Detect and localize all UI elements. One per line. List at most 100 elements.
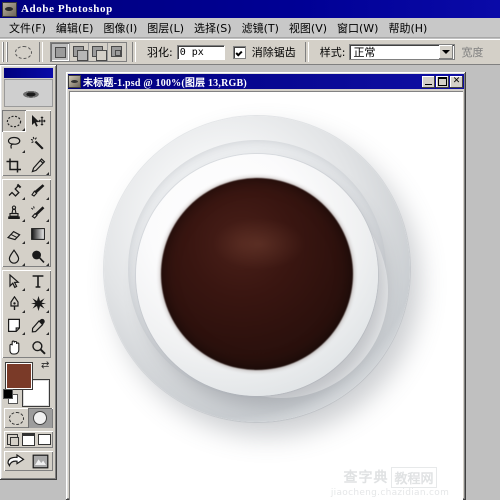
elliptical-marquee-icon — [6, 115, 22, 127]
full-screen-mode-button[interactable] — [36, 431, 52, 448]
flyout-triangle-icon — [19, 219, 25, 222]
coffee-liquid — [161, 178, 353, 370]
waterdrop-icon — [8, 248, 20, 264]
standard-mask-icon — [8, 411, 24, 425]
antialias-label: 消除锯齿 — [251, 46, 296, 59]
imageready-preview-button[interactable] — [28, 451, 52, 471]
watermark-section: 教程网 — [391, 466, 437, 488]
antialias-checkbox[interactable] — [232, 45, 246, 59]
quick-mask-icon — [34, 412, 46, 424]
type-tool[interactable] — [26, 270, 50, 292]
menu-filter[interactable]: 滤镜(T) — [237, 18, 284, 38]
lasso-tool[interactable] — [2, 132, 26, 154]
clone-stamp-tool[interactable] — [2, 201, 26, 223]
blur-tool[interactable] — [2, 245, 26, 267]
crop-tool-icon — [6, 158, 21, 172]
style-combobox[interactable]: 正常 — [349, 44, 456, 60]
hand-tool[interactable] — [2, 336, 26, 358]
flyout-triangle-icon — [43, 172, 49, 175]
marquee-tool[interactable] — [2, 110, 26, 132]
subtract-from-selection-button[interactable] — [89, 43, 108, 61]
active-tool-preview[interactable] — [12, 42, 34, 62]
path-selection-tool[interactable] — [2, 270, 26, 292]
chevron-down-icon[interactable] — [439, 45, 454, 59]
style-combobox-field[interactable]: 正常 — [349, 44, 456, 60]
menu-help[interactable]: 帮助(H) — [383, 18, 432, 38]
history-brush-tool[interactable] — [26, 201, 50, 223]
flyout-triangle-icon — [43, 332, 49, 335]
photoshop-eye-logo[interactable] — [4, 79, 53, 107]
width-label: 宽度 — [461, 46, 484, 59]
menu-layer[interactable]: 图层(L) — [142, 18, 189, 38]
watermark-url: jiaocheng.chazidian.com — [330, 487, 450, 498]
document-window: 未标题-1.psd @ 100%(图层 13,RGB) ✕ 查字典 教程网 ji… — [66, 72, 466, 500]
antialias-checkbox-row[interactable]: 消除锯齿 — [232, 44, 300, 60]
eraser-tool[interactable] — [2, 223, 26, 245]
gradient-tool[interactable] — [26, 223, 50, 245]
screen-mode-group — [4, 431, 53, 448]
menu-window[interactable]: 窗口(W) — [332, 18, 383, 38]
crop-tool[interactable] — [2, 154, 26, 176]
full-screen-with-menubar-button[interactable] — [20, 431, 36, 448]
clone-stamp-icon — [8, 204, 20, 219]
document-canvas[interactable]: 查字典 教程网 jiaocheng.chazidian.com — [69, 91, 463, 500]
menu-file[interactable]: 文件(F) — [4, 18, 51, 38]
full-screen-menubar-icon — [21, 433, 35, 446]
menu-image[interactable]: 图像(I) — [98, 18, 142, 38]
jump-to-imageready-button[interactable] — [4, 451, 28, 471]
pen-tool-icon — [9, 295, 19, 310]
menu-select[interactable]: 选择(S) — [189, 18, 237, 38]
dodge-tool[interactable] — [26, 245, 50, 267]
flyout-triangle-icon — [43, 310, 49, 313]
options-bar-drag-handle[interactable] — [2, 42, 9, 62]
minimize-button[interactable] — [422, 75, 435, 88]
eyedropper-tool[interactable] — [26, 314, 50, 336]
quick-mask-mode-button[interactable] — [28, 408, 52, 428]
magnifier-icon — [31, 340, 46, 355]
standard-mask-mode-button[interactable] — [4, 408, 28, 428]
full-screen-icon — [37, 434, 51, 445]
flyout-triangle-icon — [19, 288, 25, 291]
flyout-triangle-icon — [19, 332, 25, 335]
maximize-button[interactable] — [436, 75, 449, 88]
intersect-with-selection-button[interactable] — [108, 43, 126, 61]
move-tool[interactable] — [26, 110, 50, 132]
maximize-icon — [438, 77, 447, 86]
foreground-color-swatch[interactable] — [6, 363, 32, 389]
move-tool-icon — [32, 114, 46, 127]
toolbox-drag-bar[interactable] — [4, 68, 53, 78]
new-selection-button[interactable] — [51, 43, 70, 61]
paintbrush-tool[interactable] — [26, 179, 50, 201]
document-title-bar[interactable]: 未标题-1.psd @ 100%(图层 13,RGB) ✕ — [68, 74, 464, 89]
add-to-selection-button[interactable] — [70, 43, 89, 61]
menu-view[interactable]: 视图(V) — [284, 18, 332, 38]
flyout-triangle-icon — [43, 219, 49, 222]
hand-icon — [8, 340, 19, 355]
custom-shape-tool[interactable] — [26, 292, 50, 314]
add-to-selection-icon-2 — [77, 50, 88, 61]
eraser-icon — [6, 230, 21, 240]
zoom-tool[interactable] — [26, 336, 50, 358]
pen-tool[interactable] — [2, 292, 26, 314]
default-colors-icon[interactable] — [4, 390, 17, 403]
mask-mode-group — [4, 408, 53, 428]
standard-screen-mode-button[interactable] — [4, 431, 20, 448]
feather-input[interactable]: 0 px — [176, 44, 225, 60]
close-button[interactable]: ✕ — [450, 75, 463, 88]
flyout-triangle-icon — [19, 197, 25, 200]
selection-mode-button-group — [50, 42, 127, 62]
magic-wand-tool[interactable] — [26, 132, 50, 154]
notes-tool[interactable] — [2, 314, 26, 336]
menu-edit[interactable]: 编辑(E) — [51, 18, 99, 38]
tool-group-retouch — [2, 179, 51, 267]
watermark-brand: 查字典 — [343, 470, 389, 486]
jump-to-group — [4, 451, 53, 471]
dodge-burn-icon — [32, 250, 45, 263]
tool-group-selection — [2, 110, 51, 176]
healing-brush-tool[interactable] — [2, 179, 26, 201]
options-divider-1 — [39, 42, 43, 62]
slice-tool[interactable] — [26, 154, 50, 176]
swap-colors-icon[interactable]: ⇄ — [41, 361, 53, 373]
tool-group-vector — [2, 270, 51, 358]
slice-tool-icon — [31, 157, 46, 173]
